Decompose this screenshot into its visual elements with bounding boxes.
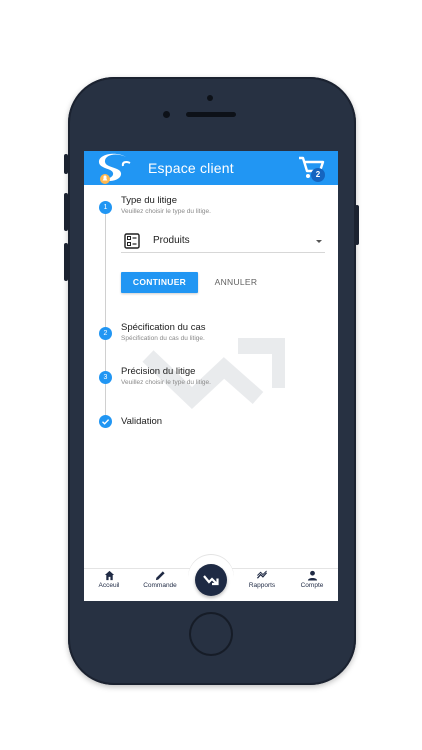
app-screen: Espace client 2 1 Type du litige Veuille… <box>84 151 338 601</box>
trend-action-button[interactable] <box>195 564 227 596</box>
mute-switch <box>64 154 68 174</box>
cart-count-badge: 2 <box>311 168 325 182</box>
step-1-indicator: 1 <box>99 201 112 214</box>
step-1-title[interactable]: Type du litige <box>121 195 177 206</box>
step-1-subtitle: Veuillez choisir le type du litige. <box>121 208 211 215</box>
step-4-indicator <box>99 415 112 428</box>
list-icon <box>124 233 140 249</box>
stepper-connector <box>105 384 106 415</box>
home-button[interactable] <box>189 612 233 656</box>
step-2-title[interactable]: Spécification du cas <box>121 322 206 333</box>
stepper-connector <box>105 214 106 327</box>
app-title: Espace client <box>148 160 234 176</box>
nav-label: Compte <box>300 582 324 589</box>
nav-item-commande[interactable]: Commande <box>138 570 182 589</box>
person-icon <box>307 570 317 581</box>
cancel-button[interactable]: ANNULER <box>206 272 266 293</box>
proximity-sensor <box>207 95 213 101</box>
app-bar: Espace client 2 <box>84 151 338 185</box>
nav-label: Acceuil <box>98 582 120 589</box>
volume-up-button <box>64 193 68 231</box>
app-logo-icon[interactable] <box>96 153 134 185</box>
nav-item-rapports[interactable]: Rapports <box>242 570 282 589</box>
step-4-title[interactable]: Validation <box>121 416 162 427</box>
step-2-indicator: 2 <box>99 327 112 340</box>
continue-button[interactable]: CONTINUER <box>121 272 198 293</box>
nav-label: Commande <box>143 582 177 589</box>
earpiece-speaker <box>186 112 236 117</box>
step-3-subtitle: Veuillez choisir le type du litige. <box>121 379 211 386</box>
nav-item-compte[interactable]: Compte <box>295 570 329 589</box>
trend-arrow-icon <box>203 575 219 586</box>
volume-down-button <box>64 243 68 281</box>
select-value: Produits <box>153 235 190 246</box>
stepper-connector <box>105 340 106 371</box>
chart-icon <box>256 570 268 579</box>
pencil-icon <box>155 571 165 581</box>
dispute-type-select[interactable]: Produits <box>121 231 325 253</box>
nav-item-acceuil[interactable]: Acceuil <box>94 570 124 589</box>
step-3-indicator: 3 <box>99 371 112 384</box>
front-camera <box>163 111 170 118</box>
home-icon <box>104 570 114 581</box>
step-2-subtitle: Spécification du cas du litige. <box>121 335 205 342</box>
step-3-title[interactable]: Précision du litige <box>121 366 195 377</box>
nav-label: Rapports <box>248 582 276 589</box>
chevron-down-icon <box>316 240 322 243</box>
check-icon <box>102 419 110 425</box>
power-button <box>355 205 359 245</box>
